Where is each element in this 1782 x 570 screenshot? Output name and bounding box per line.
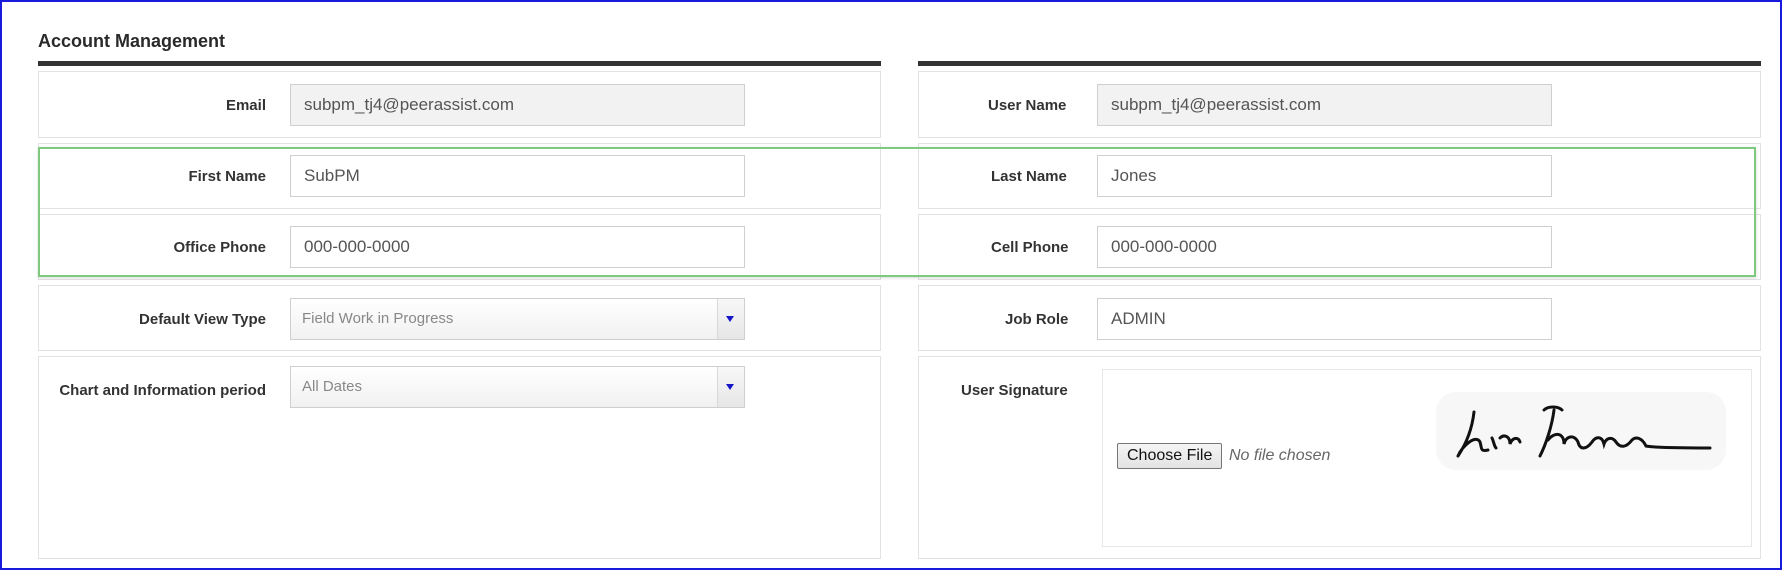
section-title: Account Management (38, 31, 226, 51)
first-name-field[interactable]: SubPM (290, 155, 745, 197)
default-view-label: Default View Type (139, 311, 266, 328)
user-name-row: User Name subpm_tj4@peerassist.com (918, 71, 1761, 138)
chart-period-label: Chart and Information period (59, 382, 266, 399)
user-name-label: User Name (988, 97, 1067, 114)
office-phone-field[interactable]: 000-000-0000 (290, 226, 745, 268)
default-view-dropdown-button[interactable] (717, 299, 744, 339)
user-name-field[interactable]: subpm_tj4@peerassist.com (1097, 84, 1552, 126)
left-column-header-bar (38, 61, 881, 66)
triangle-down-icon (726, 316, 734, 322)
chart-period-row: Chart and Information period All Dates (38, 356, 881, 559)
default-view-select[interactable]: Field Work in Progress (290, 298, 745, 340)
signature-image (1436, 392, 1726, 470)
default-view-value: Field Work in Progress (302, 310, 454, 327)
office-phone-row: Office Phone 000-000-0000 (38, 214, 881, 280)
chart-period-select[interactable]: All Dates (290, 366, 745, 408)
account-management-panel: Account Management Email subpm_tj4@peera… (0, 0, 1782, 570)
first-name-row: First Name SubPM (38, 143, 881, 209)
signature-upload-area: Choose File No file chosen (1102, 369, 1752, 547)
chart-period-dropdown-button[interactable] (717, 367, 744, 407)
no-file-chosen-text: No file chosen (1229, 447, 1331, 464)
right-column-header-bar (918, 61, 1761, 66)
first-name-label: First Name (188, 168, 266, 185)
job-role-label: Job Role (1005, 311, 1069, 328)
last-name-label: Last Name (991, 168, 1067, 185)
chart-period-value: All Dates (302, 378, 363, 395)
email-field[interactable]: subpm_tj4@peerassist.com (290, 84, 745, 126)
last-name-row: Last Name Jones (918, 143, 1761, 209)
cell-phone-field[interactable]: 000-000-0000 (1097, 226, 1552, 268)
choose-file-button[interactable]: Choose File (1117, 443, 1223, 469)
job-role-row: Job Role ADMIN (918, 285, 1761, 351)
user-signature-label: User Signature (961, 382, 1068, 399)
email-label: Email (225, 97, 266, 114)
default-view-row: Default View Type Field Work in Progress (38, 285, 881, 351)
cell-phone-row: Cell Phone 000-000-0000 (918, 214, 1761, 280)
last-name-field[interactable]: Jones (1097, 155, 1552, 197)
email-row: Email subpm_tj4@peerassist.com (38, 71, 881, 138)
triangle-down-icon (726, 384, 734, 390)
cell-phone-label: Cell Phone (991, 239, 1069, 256)
job-role-field[interactable]: ADMIN (1097, 298, 1552, 340)
office-phone-label: Office Phone (173, 239, 266, 256)
